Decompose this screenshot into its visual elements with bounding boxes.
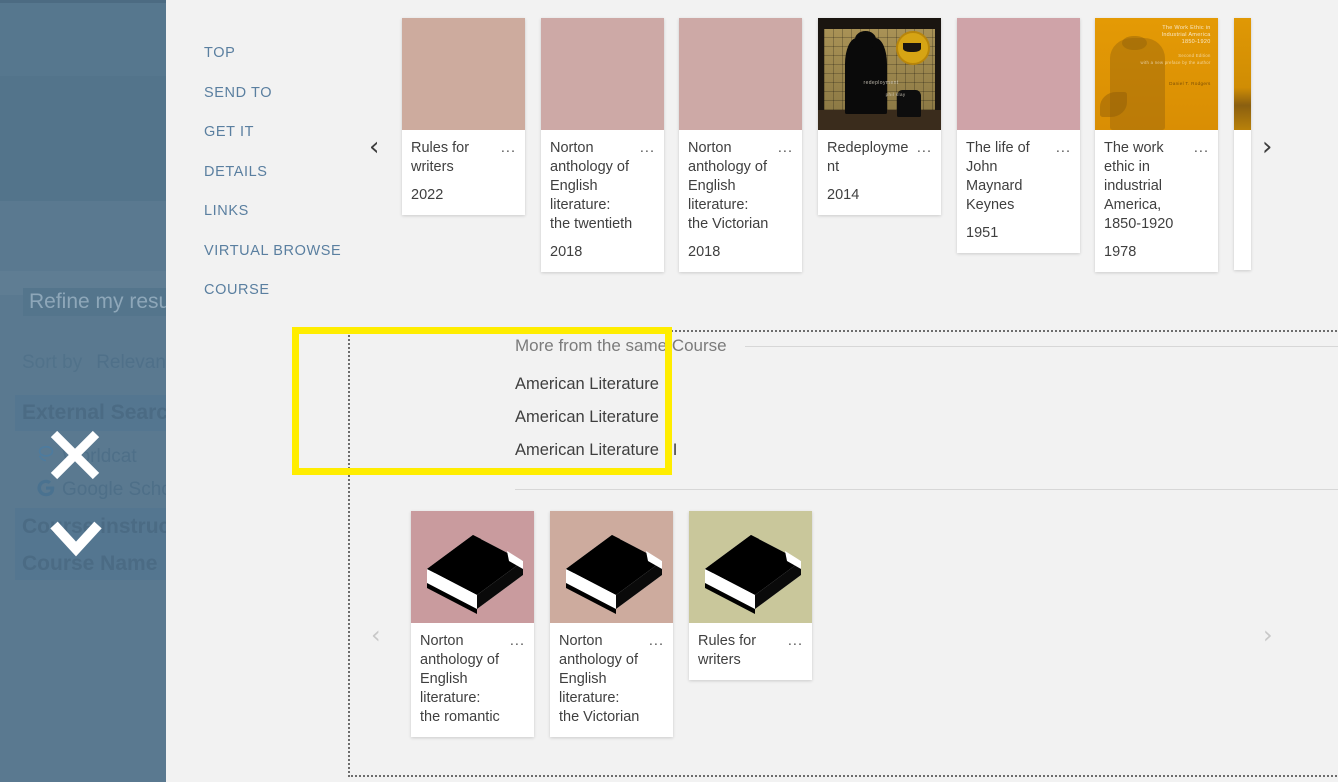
- book-icon: [566, 535, 662, 614]
- course-link-american-literature-3[interactable]: American Literature III: [515, 440, 677, 461]
- book-cover-thumbnail: [679, 18, 802, 130]
- virtual-browse-card[interactable]: ... Rules for writers 2022: [402, 18, 525, 215]
- course-items-carousel: ‹ › ... Norton anthology of English lite…: [166, 500, 1338, 750]
- virtual-browse-next-button[interactable]: ›: [1262, 134, 1272, 160]
- heading-rule: [744, 345, 1338, 347]
- cover-author-text: Daniel T. Rodgers: [1169, 80, 1211, 86]
- book-icon: [427, 535, 523, 614]
- book-cover-thumbnail: [1234, 18, 1251, 130]
- card-title: ... Norton anthology of English literatur…: [688, 140, 793, 232]
- course-items-next-button[interactable]: ›: [1263, 623, 1273, 647]
- book-placeholder-thumbnail: [411, 511, 534, 623]
- course-name-facet[interactable]: Course Name⌄: [22, 552, 166, 576]
- cover-subtitle-text: Second Edition with a new preface by the…: [1140, 52, 1211, 65]
- background-band-facets: [0, 201, 166, 277]
- sort-by-label: Sort by: [22, 352, 83, 373]
- card-date: 2014: [827, 187, 860, 203]
- course-link-american-literature-1[interactable]: American Literature I: [515, 374, 677, 395]
- card-title: ... Redeployme nt: [827, 140, 932, 175]
- site-brand-title: Clark College Libraries: [56, 11, 166, 79]
- card-title: ... Norton anthology of English literatur…: [559, 633, 664, 725]
- card-title-ellipsis: ...: [509, 633, 525, 649]
- card-title-ellipsis: ...: [916, 140, 932, 156]
- virtual-browse-card[interactable]: ... Norton anthology of English literatur…: [541, 18, 664, 272]
- course-item-card[interactable]: ... Norton anthology of English literatur…: [550, 511, 673, 737]
- section-heading: More from the same Course: [515, 336, 727, 355]
- virtual-browse-carousel: ‹ › ... Rules for writers 2022 ... Norton …: [166, 0, 1338, 300]
- card-date: 1978: [1104, 244, 1137, 260]
- card-date: 1951: [966, 225, 999, 241]
- partial-cover-art: [1234, 18, 1251, 130]
- card-title: ... Rules for writers: [411, 140, 516, 175]
- background-band-results: [0, 76, 166, 201]
- card-date: 2018: [688, 244, 721, 260]
- virtual-browse-card[interactable]: ... Norton anthology of English literatur…: [679, 18, 802, 272]
- section-divider: [515, 489, 1338, 490]
- book-cover-thumbnail: [541, 18, 664, 130]
- worldcat-icon: [34, 444, 60, 466]
- google-scholar-label: Google Scholar: [62, 479, 166, 500]
- card-title: ... The work ethic in industrial America,…: [1104, 140, 1209, 232]
- card-title-ellipsis: ...: [639, 140, 655, 156]
- card-title-ellipsis: ...: [500, 140, 516, 156]
- course-item-card[interactable]: ... Norton anthology of English literatur…: [411, 511, 534, 737]
- book-cover-thumbnail: The Work Ethic in Industrial America 185…: [1095, 18, 1218, 130]
- book-placeholder-thumbnail: [689, 511, 812, 623]
- background-search-page: Clark College Libraries Refine my result…: [0, 0, 166, 782]
- external-search-header[interactable]: External Search: [15, 395, 166, 431]
- course-instructor-facet[interactable]: Course instructor: [22, 515, 166, 539]
- course-list: American Literature I American Literatur…: [515, 374, 677, 473]
- cover-author-text: phil klay: [885, 91, 906, 97]
- course-items-prev-button[interactable]: ‹: [371, 623, 381, 647]
- book-cover-thumbnail: redeployment phil klay: [818, 18, 941, 130]
- record-details-panel: TOP SEND TO GET IT DETAILS LINKS VIRTUAL…: [166, 0, 1338, 782]
- card-title: ... Norton anthology of English literatur…: [420, 633, 525, 725]
- card-title: ... The life of John Maynard Keynes: [966, 140, 1071, 213]
- card-title-ellipsis: ...: [787, 633, 803, 649]
- card-title-ellipsis: ...: [777, 140, 793, 156]
- workethic-cover-art: The Work Ethic in Industrial America 185…: [1095, 18, 1218, 130]
- refine-my-results-header[interactable]: Refine my results: [23, 288, 166, 316]
- worldcat-label: Worldcat: [62, 446, 137, 467]
- cover-title-text: redeployment: [863, 79, 899, 86]
- card-title-ellipsis: ...: [1193, 140, 1209, 156]
- virtual-browse-prev-button[interactable]: ‹: [369, 134, 379, 160]
- card-title: ... Rules for writers: [698, 633, 803, 668]
- virtual-browse-card[interactable]: ... The life of John Maynard Keynes 1951: [957, 18, 1080, 253]
- card-title-ellipsis: ...: [648, 633, 664, 649]
- site-header: Clark College Libraries: [0, 0, 166, 79]
- card-title-ellipsis: ...: [1055, 140, 1071, 156]
- redeployment-cover-art: redeployment phil klay: [818, 18, 941, 130]
- google-scholar-link[interactable]: Google Scholar: [34, 477, 166, 501]
- book-icon: [705, 535, 801, 614]
- cover-title-text: The Work Ethic in Industrial America 185…: [1161, 24, 1211, 45]
- book-cover-thumbnail: [957, 18, 1080, 130]
- book-cover-thumbnail: [402, 18, 525, 130]
- worldcat-link[interactable]: Worldcat: [34, 444, 137, 468]
- card-title: ... Norton anthology of English literatur…: [550, 140, 655, 232]
- sort-by-value: Relevance: [96, 352, 166, 373]
- google-icon: [34, 477, 60, 499]
- book-placeholder-thumbnail: [550, 511, 673, 623]
- course-item-card[interactable]: ... Rules for writers: [689, 511, 812, 680]
- sort-by-control[interactable]: Sort by Relevance: [22, 352, 166, 374]
- virtual-browse-card[interactable]: redeployment phil klay ... Redeployme nt …: [818, 18, 941, 215]
- screen-root: Clark College Libraries Refine my result…: [0, 0, 1338, 782]
- virtual-browse-card-partial[interactable]: [1234, 18, 1251, 270]
- card-date: 2018: [550, 244, 583, 260]
- course-name-label: Course Name: [22, 552, 158, 575]
- virtual-browse-card[interactable]: The Work Ethic in Industrial America 185…: [1095, 18, 1218, 272]
- card-date: 2022: [411, 187, 444, 203]
- course-section-header: More from the same Course: [515, 336, 1338, 356]
- course-link-american-literature-2[interactable]: American Literature II: [515, 407, 677, 428]
